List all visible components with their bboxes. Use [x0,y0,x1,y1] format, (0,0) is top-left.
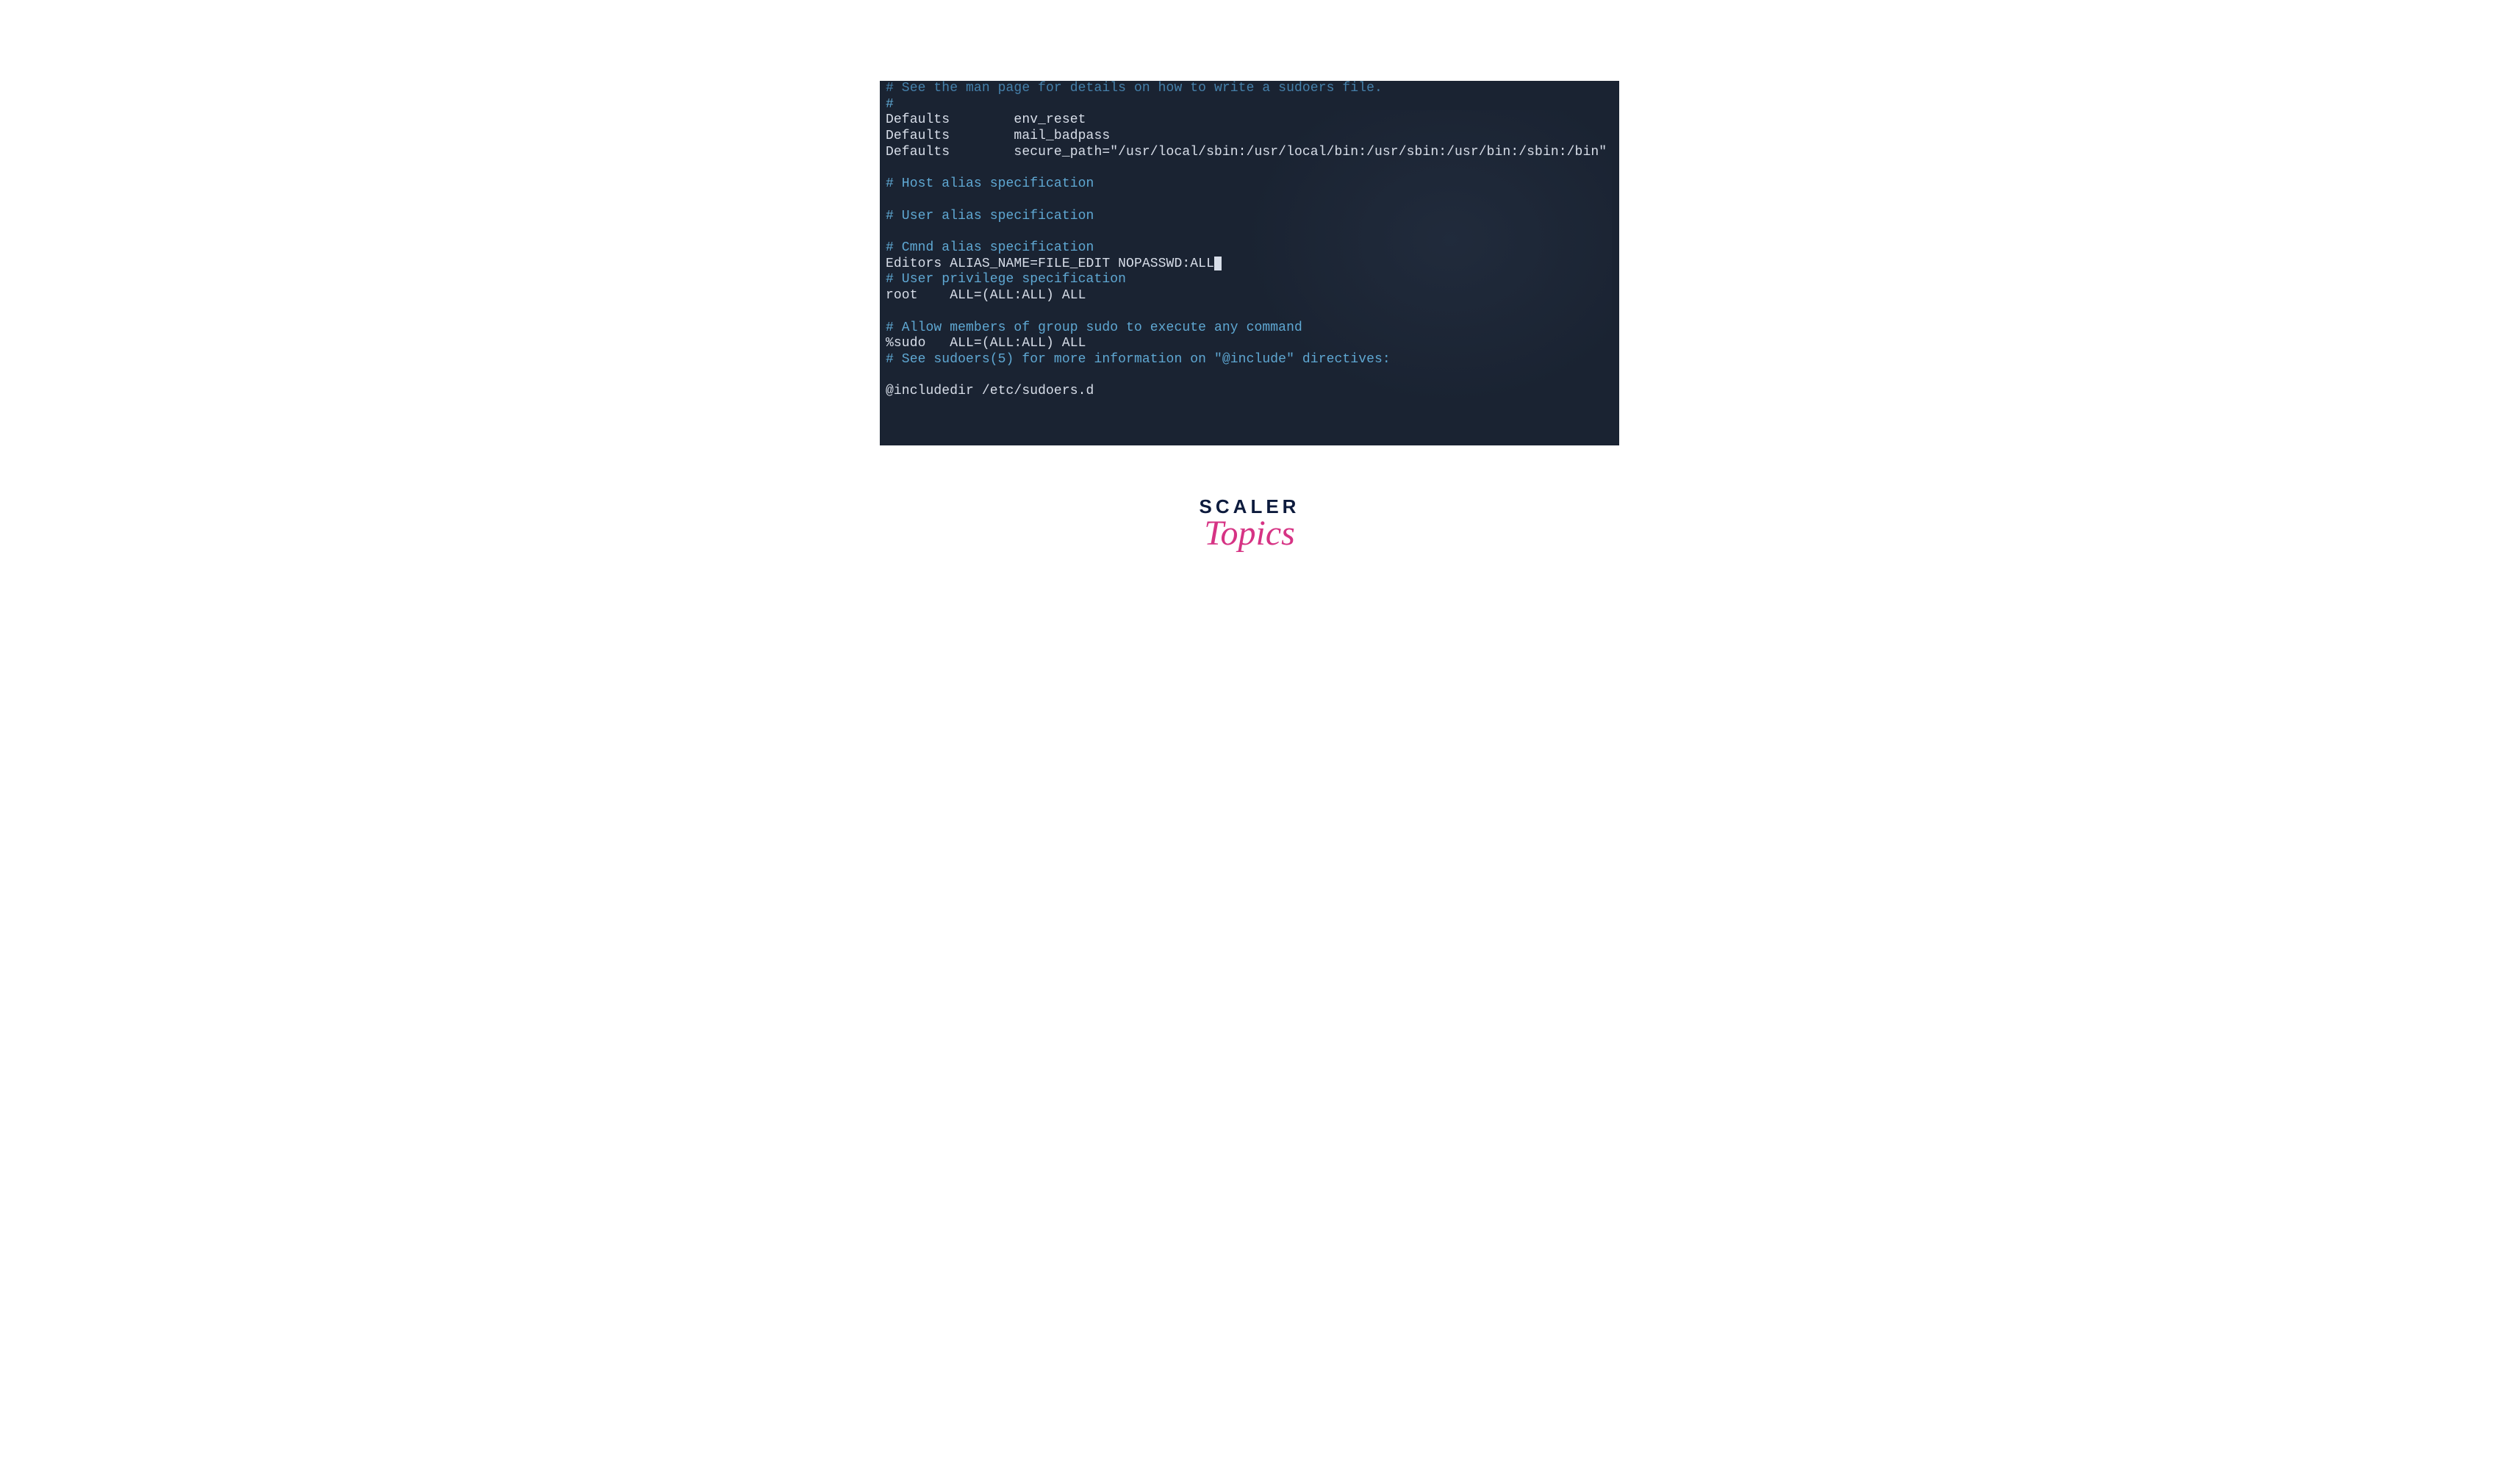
terminal-line: Defaults secure_path="/usr/local/sbin:/u… [886,145,1613,161]
terminal-line [886,193,1613,209]
logo-topics-text: Topics [1200,517,1300,549]
terminal-line: # Allow members of group sudo to execute… [886,320,1613,337]
terminal-line [886,224,1613,240]
terminal-line: Defaults env_reset [886,112,1613,129]
terminal-line: # See the man page for details on how to… [886,81,1613,97]
terminal-line: Defaults mail_badpass [886,129,1613,145]
terminal-line [886,304,1613,320]
scaler-topics-logo: SCALER Topics [1200,497,1300,549]
terminal-line: # See sudoers(5) for more information on… [886,352,1613,368]
terminal-window: # See the man page for details on how to… [880,81,1619,445]
terminal-line: %sudo ALL=(ALL:ALL) ALL [886,336,1613,352]
terminal-line: Editors ALIAS_NAME=FILE_EDIT NOPASSWD:AL… [886,257,1613,273]
terminal-line: # Host alias specification [886,176,1613,193]
text-cursor [1214,257,1222,270]
terminal-line: root ALL=(ALL:ALL) ALL [886,288,1613,304]
terminal-line: # Cmnd alias specification [886,240,1613,257]
terminal-line [886,368,1613,384]
terminal-line: # [886,97,1613,113]
terminal-line [886,161,1613,177]
terminal-line: # User privilege specification [886,272,1613,288]
terminal-line: @includedir /etc/sudoers.d [886,384,1613,400]
terminal-line: # User alias specification [886,209,1613,225]
